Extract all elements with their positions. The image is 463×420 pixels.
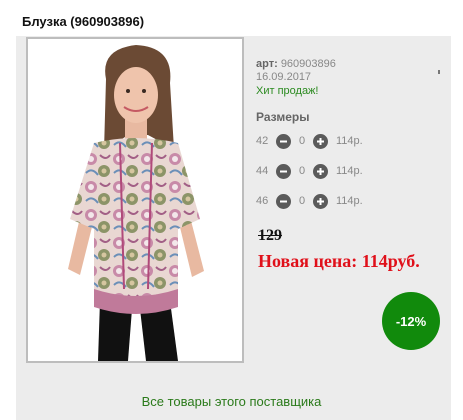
publish-date: 16.09.2017 xyxy=(256,71,312,83)
size-label: 42 xyxy=(256,135,269,147)
plus-button[interactable] xyxy=(313,133,328,149)
info-tick-mark xyxy=(438,70,440,74)
discount-badge: -12% xyxy=(382,292,440,350)
quantity-value: 0 xyxy=(298,165,306,177)
size-row-46: 46 0 114р. xyxy=(256,192,363,210)
plus-icon xyxy=(317,137,324,145)
minus-icon xyxy=(280,200,287,202)
size-row-44: 44 0 114р. xyxy=(256,162,363,180)
plus-button[interactable] xyxy=(313,193,328,209)
product-photo[interactable] xyxy=(26,37,244,363)
old-price: 129 xyxy=(258,227,282,244)
product-info: арт: 960903896 16.09.2017 Хит продаж! xyxy=(256,58,336,98)
size-price: 114р. xyxy=(336,195,363,207)
plus-icon xyxy=(317,197,324,205)
product-photo-illustration xyxy=(68,45,204,361)
minus-button[interactable] xyxy=(276,133,291,149)
minus-icon xyxy=(280,170,287,172)
article-line: арт: 960903896 xyxy=(256,58,336,71)
size-price: 114р. xyxy=(336,165,363,177)
bestseller-badge: Хит продаж! xyxy=(256,85,319,97)
minus-button[interactable] xyxy=(276,163,291,179)
size-label: 46 xyxy=(256,195,269,207)
product-title: Блузка (960903896) xyxy=(22,14,145,29)
article-label: арт: xyxy=(256,58,278,70)
minus-button[interactable] xyxy=(276,193,291,209)
quantity-value: 0 xyxy=(298,195,306,207)
new-price: Новая цена: 114руб. xyxy=(258,251,420,271)
minus-icon xyxy=(280,140,287,142)
plus-button[interactable] xyxy=(313,163,328,179)
quantity-value: 0 xyxy=(298,135,306,147)
supplier-products-link[interactable]: Все товары этого поставщика xyxy=(0,394,463,409)
sizes-title: Размеры xyxy=(256,110,310,124)
size-price: 114р. xyxy=(336,135,363,147)
size-row-42: 42 0 114р. xyxy=(256,132,363,150)
plus-icon xyxy=(317,167,324,175)
article-value: 960903896 xyxy=(280,58,336,70)
size-label: 44 xyxy=(256,165,269,177)
